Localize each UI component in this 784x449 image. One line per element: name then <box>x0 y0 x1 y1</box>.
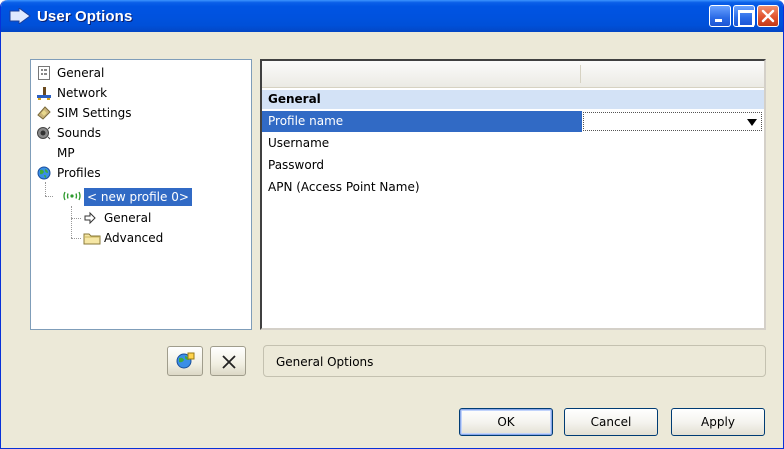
tree-item-label: Profiles <box>57 166 101 180</box>
column-divider[interactable] <box>580 65 581 83</box>
tree-item-label: Network <box>57 86 108 100</box>
property-row-password[interactable]: Password <box>262 155 764 176</box>
window-title: User Options <box>37 8 133 25</box>
document-list-icon <box>38 66 50 80</box>
delete-x-icon <box>222 355 236 369</box>
chevron-down-icon[interactable] <box>747 119 757 126</box>
tree-connector <box>71 206 72 238</box>
grid-header <box>262 61 764 88</box>
network-icon <box>37 87 51 100</box>
globe-add-icon <box>176 352 195 369</box>
maximize-button[interactable] <box>733 5 755 27</box>
minimize-button[interactable] <box>709 5 731 27</box>
arrow-right-icon <box>84 211 96 225</box>
speaker-icon <box>37 126 51 140</box>
close-icon <box>761 9 775 23</box>
tree-item-label: SIM Settings <box>57 106 132 120</box>
status-description: General Options <box>263 345 766 377</box>
tree-connector <box>71 218 81 219</box>
tree-item-label: General <box>104 211 152 225</box>
property-row-username[interactable]: Username <box>262 133 764 154</box>
tree-item-label: Advanced <box>104 231 164 245</box>
property-name: Username <box>268 136 330 150</box>
add-profile-button[interactable] <box>167 346 203 376</box>
close-button[interactable] <box>757 5 779 27</box>
tree-item-label: MP <box>57 146 75 160</box>
property-name: APN (Access Point Name) <box>268 180 420 194</box>
grid-section-general[interactable]: General <box>262 90 764 109</box>
tree-item-label: General <box>57 66 105 80</box>
property-name: Password <box>268 158 325 172</box>
user-options-window: User Options General Network SIM Setting… <box>0 0 784 449</box>
tree-connector <box>71 238 81 239</box>
property-row-profile-name[interactable]: Profile name <box>262 111 764 132</box>
globe-icon <box>37 166 51 180</box>
tree-item-new-profile[interactable]: < new profile 0> <box>62 188 202 206</box>
folder-icon <box>83 233 101 245</box>
property-name: Profile name <box>262 111 582 132</box>
selected-profile-label: < new profile 0> <box>84 188 192 206</box>
sim-card-icon <box>37 106 51 120</box>
title-bar[interactable]: User Options <box>1 0 783 32</box>
apply-button[interactable]: Apply <box>671 408 765 436</box>
cancel-button[interactable]: Cancel <box>564 408 658 436</box>
delete-profile-button[interactable] <box>210 346 246 376</box>
antenna-icon <box>63 191 81 201</box>
profile-name-dropdown[interactable] <box>583 112 762 131</box>
app-arrow-icon <box>9 8 31 24</box>
ok-button[interactable]: OK <box>459 408 553 436</box>
property-grid[interactable]: General Profile name Username Password A… <box>260 59 766 330</box>
tree-connector <box>45 182 46 196</box>
options-tree[interactable]: General Network SIM Settings Sounds MP P… <box>30 59 252 330</box>
tree-connector <box>45 196 53 197</box>
tree-item-label: Sounds <box>57 126 102 140</box>
property-row-apn[interactable]: APN (Access Point Name) <box>262 177 764 198</box>
